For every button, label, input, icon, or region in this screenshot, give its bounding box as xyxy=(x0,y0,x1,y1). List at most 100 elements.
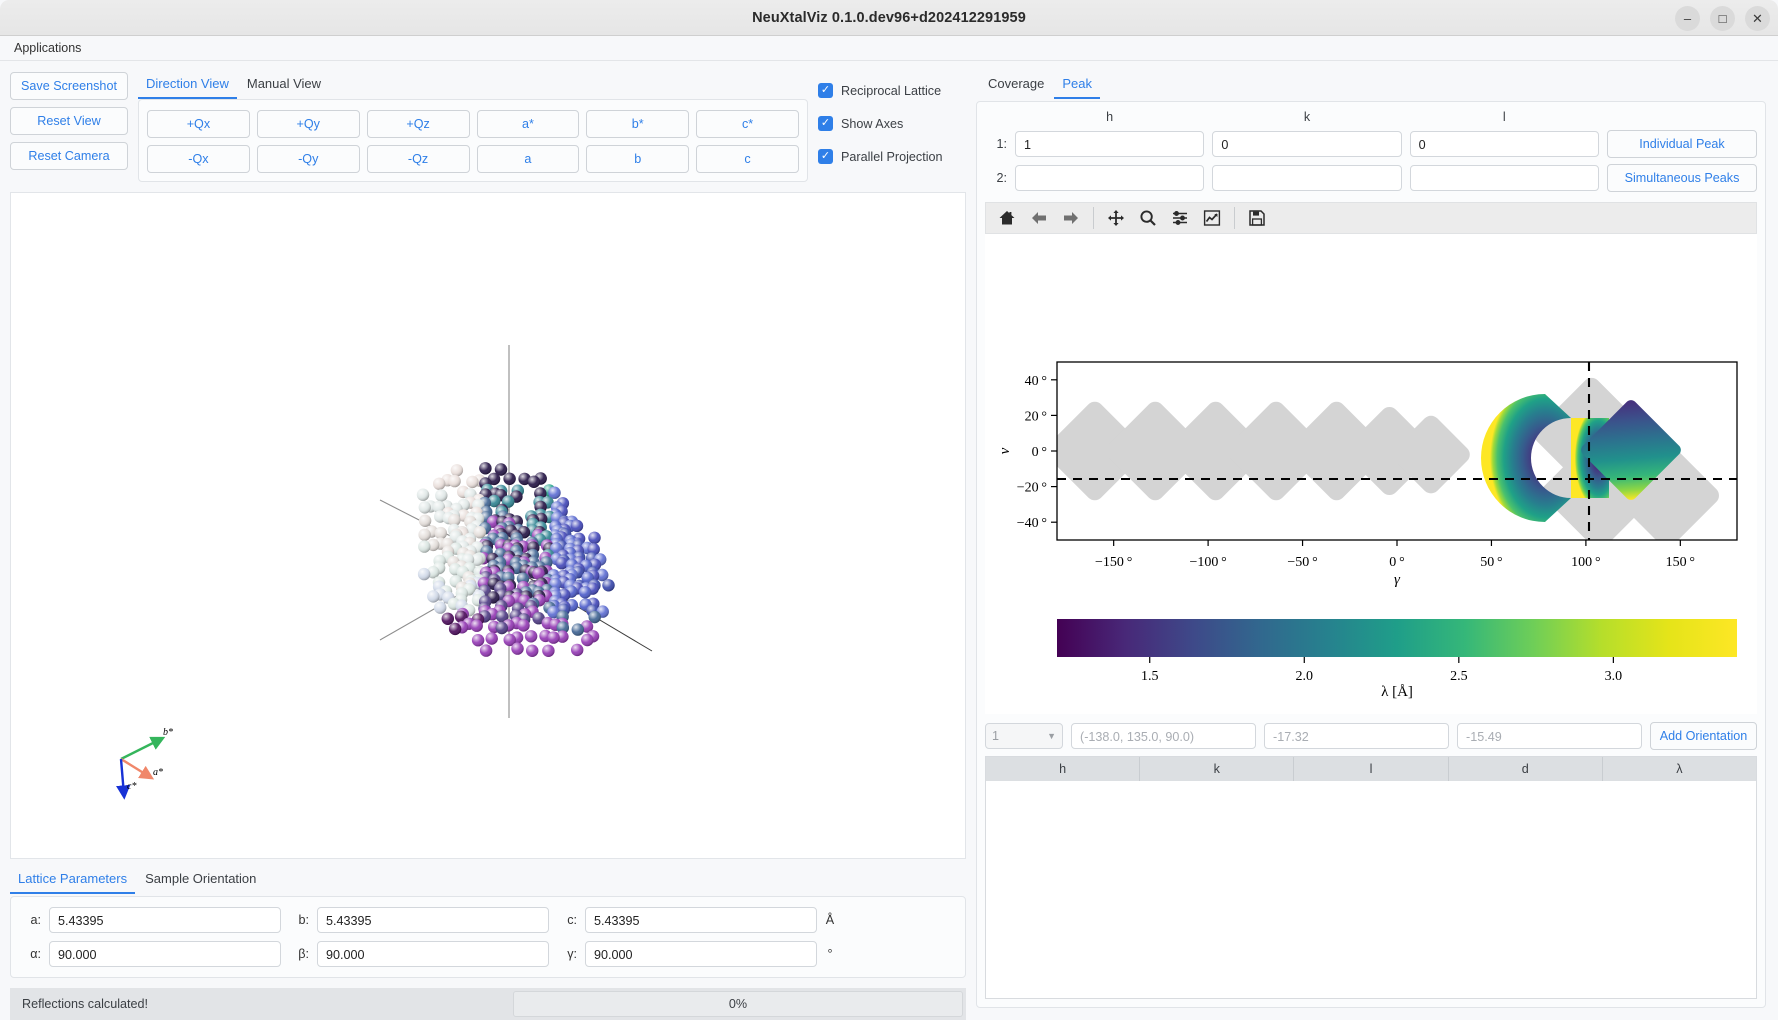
hkl-row-2-l-input[interactable] xyxy=(1410,165,1599,191)
edit-curve-icon[interactable] xyxy=(1197,205,1227,231)
toolbar-separator xyxy=(1093,207,1094,229)
orientation-select-value: 1 xyxy=(992,729,999,743)
toolbar-separator xyxy=(1234,207,1235,229)
table-body[interactable] xyxy=(986,781,1756,998)
3d-viewport[interactable]: b* a* c* xyxy=(10,192,966,859)
table-header-k[interactable]: k xyxy=(1140,757,1294,781)
hkl-header-h: h xyxy=(1015,110,1204,124)
lattice-b-input[interactable]: 5.43395 xyxy=(317,907,549,933)
zoom-magnifier-icon[interactable] xyxy=(1133,205,1163,231)
checkbox-row-reciprocal-lattice[interactable]: ✓ Reciprocal Lattice xyxy=(818,83,966,98)
y-tick-label: 0 ° xyxy=(1032,445,1047,460)
tab-lattice-parameters[interactable]: Lattice Parameters xyxy=(10,867,135,894)
checkbox-label-show-axes: Show Axes xyxy=(841,117,903,131)
direction-buttons-panel: +Qx +Qy +Qz a* b* c* -Qx -Qy -Qz a b c xyxy=(138,99,808,182)
pan-move-icon[interactable] xyxy=(1101,205,1131,231)
view-tabbar: Direction View Manual View xyxy=(138,72,808,99)
orientation-select[interactable]: 1 ▼ xyxy=(985,723,1063,749)
colorbar xyxy=(1057,619,1737,657)
right-panel: Coverage Peak h k l 1: 1 0 0 Individual … xyxy=(976,62,1778,1020)
hkl-row-1-l-input[interactable]: 0 xyxy=(1410,131,1599,157)
maximize-icon[interactable]: □ xyxy=(1710,6,1735,31)
dir-button-minus-qz[interactable]: -Qz xyxy=(367,145,470,173)
dir-button-b-star[interactable]: b* xyxy=(586,110,689,138)
lattice-alpha-input[interactable]: 90.000 xyxy=(49,941,281,967)
dir-button-plus-qy[interactable]: +Qy xyxy=(257,110,360,138)
lattice-c-input[interactable]: 5.43395 xyxy=(585,907,817,933)
checkmark-icon[interactable]: ✓ xyxy=(818,83,833,98)
lattice-parameters-panel: a: 5.43395 b: 5.43395 c: 5.43395 Å α: 90… xyxy=(10,896,966,978)
orientation-nu-input[interactable]: -15.49 xyxy=(1457,723,1642,749)
dir-button-a[interactable]: a xyxy=(477,145,580,173)
forward-arrow-icon[interactable] xyxy=(1056,205,1086,231)
display-options-column: ✓ Reciprocal Lattice ✓ Show Axes ✓ Paral… xyxy=(818,72,966,164)
dir-button-plus-qz[interactable]: +Qz xyxy=(367,110,470,138)
hkl-row-1-label: 1: xyxy=(985,137,1007,151)
gamma-nu-plot[interactable]: −40 °−20 °0 °20 °40 ° −150 °−100 °−50 °0… xyxy=(985,234,1755,714)
table-header-d[interactable]: d xyxy=(1449,757,1603,781)
progress-bar: 0% xyxy=(513,991,963,1017)
home-icon[interactable] xyxy=(992,205,1022,231)
coverage-figure[interactable]: −40 °−20 °0 °20 °40 ° −150 °−100 °−50 °0… xyxy=(985,234,1757,714)
y-tick-label: −20 ° xyxy=(1017,481,1047,496)
x-tick-label: −150 ° xyxy=(1095,555,1132,570)
minimize-icon[interactable]: – xyxy=(1675,6,1700,31)
lattice-length-unit: Å xyxy=(817,913,843,927)
x-tick-label: 150 ° xyxy=(1666,555,1695,570)
colorbar-tick-label: 2.5 xyxy=(1450,669,1468,684)
menubar: Applications xyxy=(0,36,1778,61)
dir-button-minus-qy[interactable]: -Qy xyxy=(257,145,360,173)
simultaneous-peaks-button[interactable]: Simultaneous Peaks xyxy=(1607,164,1757,192)
axis-label-c-star: c* xyxy=(127,781,136,792)
configure-subplots-icon[interactable] xyxy=(1165,205,1195,231)
orientation-gamma-input[interactable]: -17.32 xyxy=(1264,723,1449,749)
colorbar-tick-label: 2.0 xyxy=(1296,669,1314,684)
dir-button-plus-qx[interactable]: +Qx xyxy=(147,110,250,138)
orientation-angles-input[interactable]: (-138.0, 135.0, 90.0) xyxy=(1071,723,1256,749)
checkmark-icon[interactable]: ✓ xyxy=(818,149,833,164)
x-tick-label: 0 ° xyxy=(1389,555,1404,570)
tab-manual-view[interactable]: Manual View xyxy=(239,72,329,99)
hkl-row-2-k-input[interactable] xyxy=(1212,165,1401,191)
right-tabbar: Coverage Peak xyxy=(976,72,1766,99)
peak-results-table[interactable]: h k l d λ xyxy=(985,756,1757,999)
tab-peak[interactable]: Peak xyxy=(1054,72,1100,99)
axis-label-b-star: b* xyxy=(163,727,173,738)
hkl-row-1-k-input[interactable]: 0 xyxy=(1212,131,1401,157)
table-header-l[interactable]: l xyxy=(1294,757,1448,781)
back-arrow-icon[interactable] xyxy=(1024,205,1054,231)
checkbox-row-parallel-projection[interactable]: ✓ Parallel Projection xyxy=(818,149,966,164)
chevron-down-icon: ▼ xyxy=(1047,731,1056,741)
checkmark-icon[interactable]: ✓ xyxy=(818,116,833,131)
table-header-h[interactable]: h xyxy=(986,757,1140,781)
checkbox-row-show-axes[interactable]: ✓ Show Axes xyxy=(818,116,966,131)
window-title: NeuXtalViz 0.1.0.dev96+d202412291959 xyxy=(752,10,1026,26)
reset-camera-button[interactable]: Reset Camera xyxy=(10,142,128,170)
close-icon[interactable]: ✕ xyxy=(1745,6,1770,31)
dir-button-c[interactable]: c xyxy=(696,145,799,173)
tab-coverage[interactable]: Coverage xyxy=(980,72,1052,99)
hkl-row-2-h-input[interactable] xyxy=(1015,165,1204,191)
menu-item-applications[interactable]: Applications xyxy=(10,39,85,57)
table-header-row: h k l d λ xyxy=(986,757,1756,781)
colorbar-tick-label: 3.0 xyxy=(1605,669,1623,684)
add-orientation-button[interactable]: Add Orientation xyxy=(1650,722,1757,750)
lattice-gamma-input[interactable]: 90.000 xyxy=(585,941,817,967)
table-header-lambda[interactable]: λ xyxy=(1603,757,1756,781)
status-message: Reflections calculated! xyxy=(10,988,510,1020)
hkl-row-1-h-input[interactable]: 1 xyxy=(1015,131,1204,157)
dir-button-a-star[interactable]: a* xyxy=(477,110,580,138)
dir-button-c-star[interactable]: c* xyxy=(696,110,799,138)
lattice-a-input[interactable]: 5.43395 xyxy=(49,907,281,933)
progress-label: 0% xyxy=(729,997,747,1011)
dir-button-minus-qx[interactable]: -Qx xyxy=(147,145,250,173)
save-screenshot-button[interactable]: Save Screenshot xyxy=(10,72,128,100)
save-floppy-icon[interactable] xyxy=(1242,205,1272,231)
tab-sample-orientation[interactable]: Sample Orientation xyxy=(137,867,264,894)
reset-view-button[interactable]: Reset View xyxy=(10,107,128,135)
individual-peak-button[interactable]: Individual Peak xyxy=(1607,130,1757,158)
lattice-b-label: b: xyxy=(291,913,317,927)
dir-button-b[interactable]: b xyxy=(586,145,689,173)
tab-direction-view[interactable]: Direction View xyxy=(138,72,237,99)
lattice-beta-input[interactable]: 90.000 xyxy=(317,941,549,967)
